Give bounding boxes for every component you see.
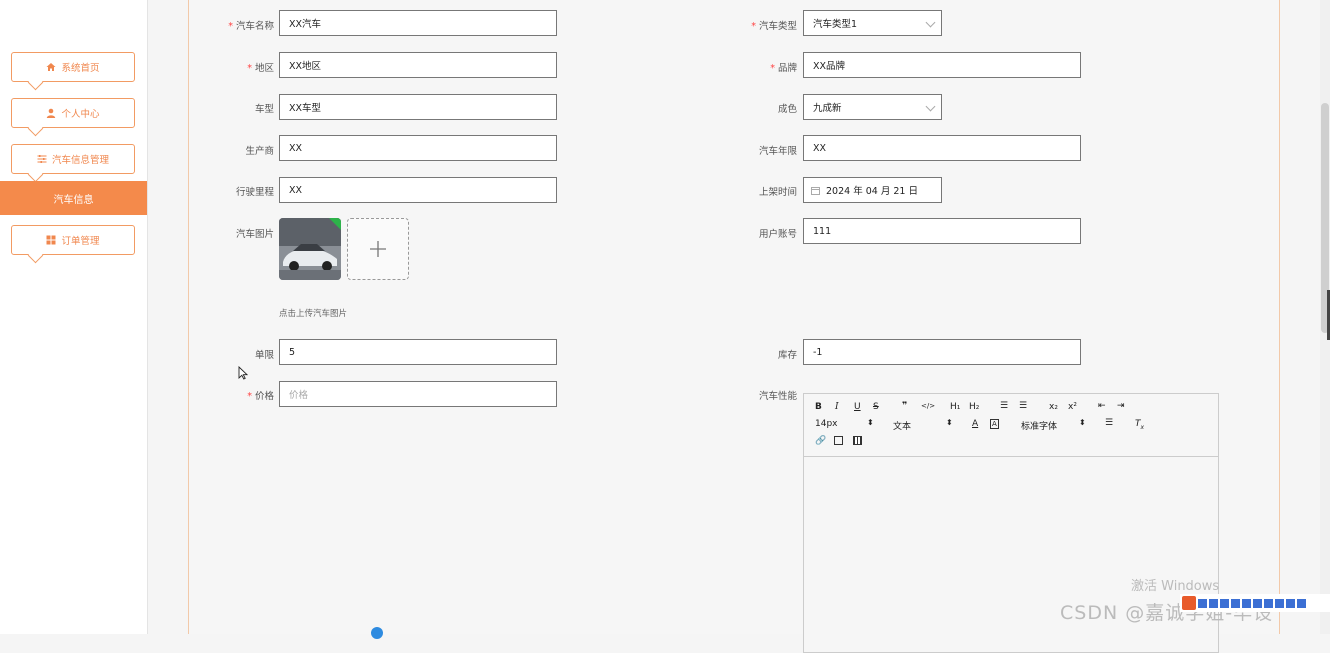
home-icon: [46, 63, 56, 71]
h1-button[interactable]: H₁: [950, 402, 960, 412]
condition-select[interactable]: 九成新: [803, 94, 942, 120]
sidebar-item-label: 订单管理: [61, 236, 100, 247]
grid-icon: [46, 235, 56, 245]
tray-icon: [1297, 598, 1306, 608]
price-label: * 价格: [247, 391, 274, 402]
italic-button[interactable]: I: [835, 402, 839, 412]
tray-icon: [1264, 598, 1273, 608]
sidebar-item-car-management[interactable]: 汽车信息管理: [11, 144, 135, 174]
code-button[interactable]: </>: [921, 402, 935, 410]
chevron-down-icon: [925, 101, 936, 112]
sidebar-item-home[interactable]: 系统首页: [11, 52, 135, 82]
text-type-select[interactable]: 文本: [893, 419, 911, 432]
sliders-icon: [37, 155, 47, 163]
align-button[interactable]: ☰: [1105, 418, 1113, 428]
sidebar-item-label: 汽车信息管理: [51, 155, 109, 166]
condition-label: 成色: [777, 104, 797, 115]
car-image-label: 汽车图片: [235, 229, 274, 240]
car-type-label: * 汽车类型: [751, 21, 797, 32]
stock-input[interactable]: -1: [803, 339, 1081, 365]
car-image-thumbnail[interactable]: [279, 218, 341, 280]
bullet-list-button[interactable]: ☰: [1019, 401, 1027, 411]
brand-input[interactable]: XX品牌: [803, 52, 1081, 78]
price-input[interactable]: 价格: [279, 381, 557, 407]
sidebar: 系统首页 个人中心 汽车信息管理 汽车信息 订单管理: [0, 0, 148, 634]
car-years-input[interactable]: XX: [803, 135, 1081, 161]
font-color-button[interactable]: A: [972, 419, 978, 429]
form-card: * 汽车名称 XX汽车 * 地区 XX地区 车型 XX车型 生产商 XX 行驶里程 …: [188, 0, 1280, 653]
car-name-input[interactable]: XX汽车: [279, 10, 557, 36]
ime-icon: [1182, 596, 1196, 610]
indent-button[interactable]: ⇥: [1117, 401, 1125, 411]
sidebar-item-profile[interactable]: 个人中心: [11, 98, 135, 128]
performance-label: 汽车性能: [758, 391, 797, 402]
limit-label: 单限: [254, 350, 274, 361]
tray-icon: [1231, 598, 1240, 608]
tray-icon: [1253, 598, 1262, 608]
tray-icon: [1242, 598, 1251, 608]
limit-input[interactable]: 5: [279, 339, 557, 365]
clear-format-button[interactable]: Tx: [1135, 419, 1144, 431]
car-type-select[interactable]: 汽车类型1: [803, 10, 942, 36]
stock-label: 库存: [777, 350, 797, 361]
mouse-cursor-icon: [238, 366, 248, 380]
chevron-down-icon: [925, 17, 936, 28]
font-size-select[interactable]: 14px: [815, 419, 838, 429]
superscript-button[interactable]: x²: [1068, 402, 1077, 412]
region-label: * 地区: [247, 63, 274, 74]
car-type-value: 汽车类型1: [813, 19, 858, 30]
h2-button[interactable]: H₂: [969, 402, 979, 412]
system-tray: [1180, 594, 1330, 612]
region-input[interactable]: XX地区: [279, 52, 557, 78]
listing-time-label: 上架时间: [758, 187, 797, 198]
editor-toolbar: B I U S ❞ </> H₁ H₂ ☰ ☰ x₂ x² ⇤ ⇥ 14px ⬍…: [804, 394, 1218, 457]
bold-button[interactable]: B: [815, 402, 822, 412]
tray-icon: [1286, 598, 1295, 608]
tray-icon: [1198, 598, 1207, 608]
manufacturer-input[interactable]: XX: [279, 135, 557, 161]
sidebar-item-label: 系统首页: [61, 63, 100, 74]
brand-label: * 品牌: [770, 63, 797, 74]
font-size-arrow-icon: ⬍: [867, 418, 874, 427]
text-type-arrow-icon: ⬍: [946, 418, 953, 427]
font-family-arrow-icon: ⬍: [1079, 418, 1086, 427]
car-photo-image: [279, 218, 341, 280]
tray-icon: [1275, 598, 1284, 608]
image-upload-hint: 点击上传汽车图片: [279, 309, 348, 319]
user-account-input[interactable]: 111: [803, 218, 1081, 244]
font-family-select[interactable]: 标准字体: [1021, 419, 1057, 432]
activate-windows-text: 激活 Windows: [1131, 579, 1220, 594]
image-upload-button[interactable]: [347, 218, 409, 280]
subscript-button[interactable]: x₂: [1049, 402, 1058, 412]
background-color-button[interactable]: A: [990, 419, 999, 429]
plus-icon: [370, 241, 386, 257]
video-icon[interactable]: [853, 436, 862, 445]
car-years-label: 汽车年限: [758, 146, 797, 157]
listing-time-value: 2024 年 04 月 21 日: [826, 186, 918, 197]
ordered-list-button[interactable]: ☰: [1000, 401, 1008, 411]
user-account-label: 用户账号: [758, 229, 797, 240]
image-icon[interactable]: [834, 436, 843, 445]
floating-handle[interactable]: [371, 627, 383, 639]
tray-icon: [1220, 598, 1229, 608]
car-name-label: * 汽车名称: [228, 21, 274, 32]
link-icon[interactable]: 🔗: [815, 436, 826, 446]
tray-icon: [1209, 598, 1218, 608]
sidebar-item-orders[interactable]: 订单管理: [11, 225, 135, 255]
blockquote-button[interactable]: ❞: [902, 401, 907, 411]
sidebar-item-label: 个人中心: [61, 109, 100, 120]
sidebar-subitem-car-info[interactable]: 汽车信息: [0, 181, 147, 215]
listing-time-datepicker[interactable]: 2024 年 04 月 21 日: [803, 177, 942, 203]
strike-button[interactable]: S: [873, 402, 879, 412]
mileage-input[interactable]: XX: [279, 177, 557, 203]
model-input[interactable]: XX车型: [279, 94, 557, 120]
mileage-label: 行驶里程: [235, 187, 274, 198]
model-label: 车型: [254, 104, 274, 115]
calendar-icon: [811, 186, 820, 195]
outdent-button[interactable]: ⇤: [1098, 401, 1106, 411]
user-icon: [47, 108, 56, 118]
condition-value: 九成新: [813, 103, 842, 114]
manufacturer-label: 生产商: [245, 146, 274, 157]
underline-button[interactable]: U: [854, 402, 861, 412]
